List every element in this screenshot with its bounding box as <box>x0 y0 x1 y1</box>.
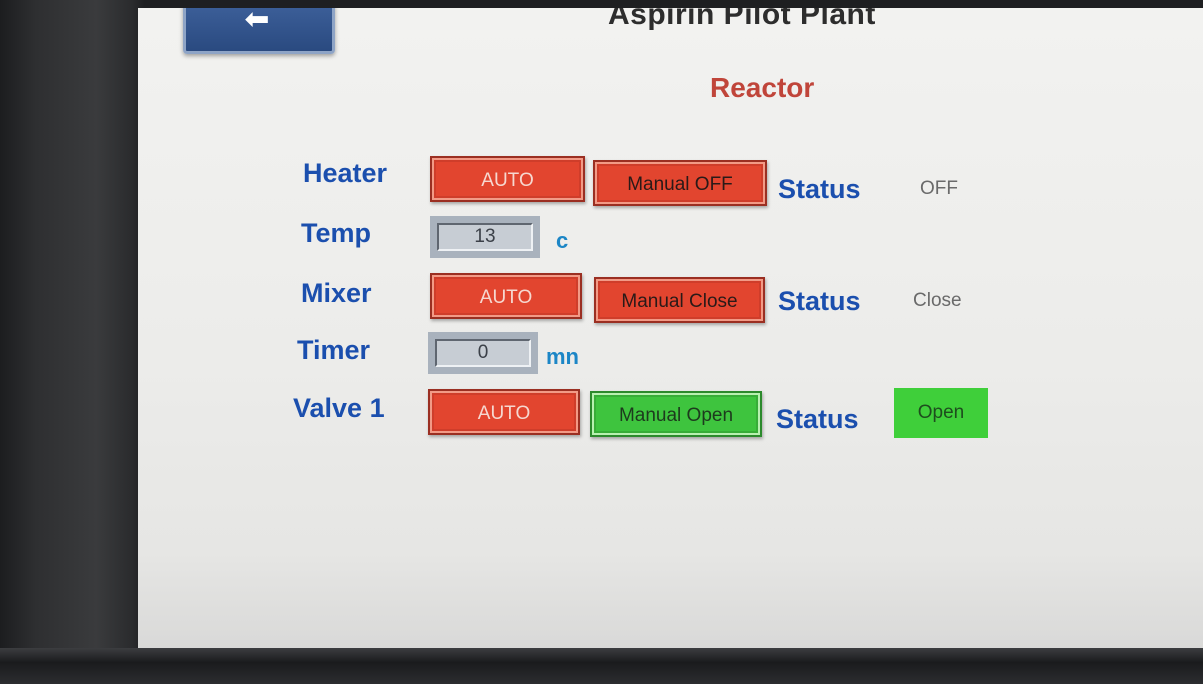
temp-label: Temp <box>301 218 372 248</box>
heater-manual-off-button[interactable]: Manual OFF <box>593 160 767 206</box>
temp-value: 13 <box>437 223 533 251</box>
valve1-label: Valve 1 <box>293 393 385 423</box>
heater-status-label: Status <box>778 174 861 204</box>
back-button[interactable]: ⬅ <box>183 8 335 54</box>
mixer-status-label: Status <box>778 286 861 316</box>
valve1-status-label: Status <box>776 404 859 434</box>
plant-title: Aspirin Pilot Plant <box>608 8 876 31</box>
timer-value: 0 <box>435 339 531 367</box>
valve1-manual-open-button[interactable]: Manual Open <box>590 391 762 437</box>
timer-unit: mn <box>546 344 579 369</box>
mixer-manual-close-button[interactable]: Manual Close <box>594 277 765 323</box>
mixer-label: Mixer <box>301 278 372 308</box>
timer-label: Timer <box>297 335 371 365</box>
heater-label: Heater <box>303 158 388 188</box>
heater-status-value: OFF <box>920 178 958 199</box>
mixer-status-value: Close <box>913 290 962 311</box>
mixer-auto-button[interactable]: AUTO <box>430 273 582 319</box>
heater-auto-button[interactable]: AUTO <box>430 156 585 202</box>
left-arrow-icon: ⬅ <box>244 8 270 36</box>
temp-unit: c <box>556 228 569 253</box>
valve1-auto-button[interactable]: AUTO <box>428 389 580 435</box>
device-bezel-bottom <box>0 648 1203 684</box>
valve1-status-value: Open <box>894 388 988 438</box>
hmi-screen: ⬅ Aspirin Pilot Plant Reactor Heater AUT… <box>138 8 1203 648</box>
temp-field[interactable]: 13 <box>430 216 540 258</box>
section-title: Reactor <box>710 72 815 103</box>
timer-field[interactable]: 0 <box>428 332 538 374</box>
